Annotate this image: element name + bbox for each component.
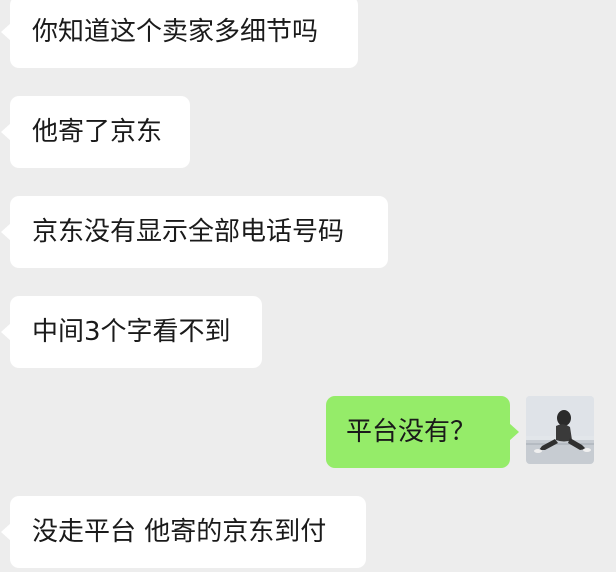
incoming-message-bubble[interactable]: 中间3个字看不到 <box>1 296 262 368</box>
incoming-message-bubble[interactable]: 他寄了京东 <box>1 96 190 168</box>
incoming-message-bubble[interactable]: 京东没有显示全部电话号码 <box>1 196 388 268</box>
user-avatar-photo-icon <box>526 396 594 464</box>
chat-message-list[interactable]: 你知道这个卖家多细节吗 他寄了京东 京东没有显示全部电话号码 中间3个字看不到 … <box>0 0 616 572</box>
message-text: 没走平台 他寄的京东到付 <box>32 517 327 547</box>
user-avatar[interactable] <box>526 396 594 464</box>
message-text: 平台没有？ <box>346 417 477 447</box>
outgoing-message-bubble[interactable]: 平台没有？ <box>326 396 519 468</box>
message-text: 京东没有显示全部电话号码 <box>32 217 345 247</box>
message-text: 你知道这个卖家多细节吗 <box>32 17 319 47</box>
incoming-message-bubble[interactable]: 你知道这个卖家多细节吗 <box>1 0 358 68</box>
incoming-message-bubble[interactable]: 没走平台 他寄的京东到付 <box>1 496 366 568</box>
message-text: 中间3个字看不到 <box>32 317 231 347</box>
message-text: 他寄了京东 <box>32 117 163 147</box>
